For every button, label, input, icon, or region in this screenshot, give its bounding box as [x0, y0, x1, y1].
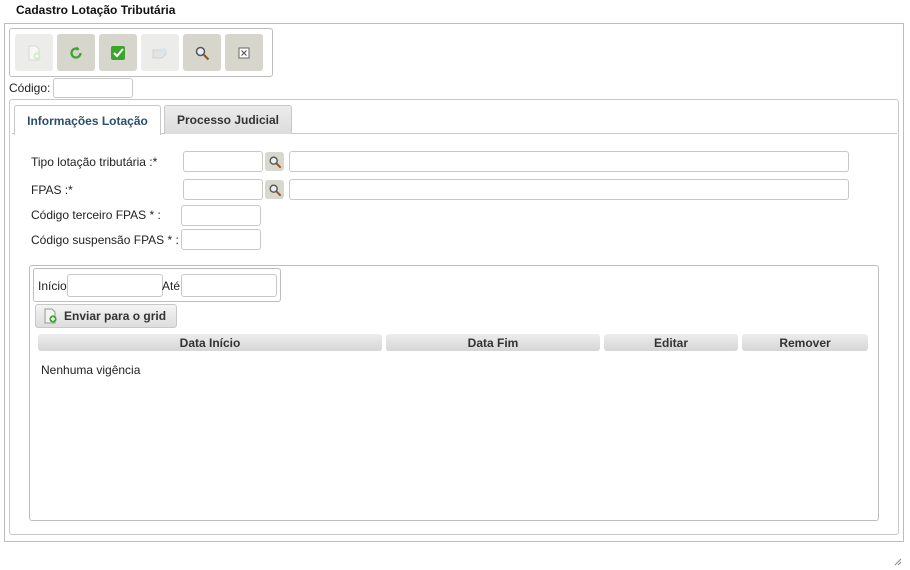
tipo-lotacao-code-input[interactable]: [183, 151, 263, 172]
save-button[interactable]: [99, 34, 137, 71]
delete-icon: [152, 47, 167, 58]
refresh-icon: [70, 46, 82, 59]
column-header-data-fim[interactable]: Data Fim: [386, 334, 600, 351]
empty-grid-message: Nenhuma vigência: [41, 363, 141, 377]
codigo-terceiro-label: Código terceiro FPAS * :: [31, 208, 161, 222]
codigo-suspensao-label: Código suspensão FPAS * :: [31, 233, 179, 247]
tab-informacoes-lotacao[interactable]: Informações Lotação: [14, 105, 161, 135]
resize-grip-icon[interactable]: [892, 556, 902, 566]
column-header-remover[interactable]: Remover: [742, 334, 868, 351]
tipo-lotacao-lookup-button[interactable]: [265, 152, 284, 171]
dialog-title: Cadastro Lotação Tributária: [16, 3, 176, 17]
new-document-icon: [28, 45, 41, 60]
close-button[interactable]: [225, 34, 263, 71]
codigo-suspensao-input[interactable]: [181, 229, 261, 250]
search-icon: [268, 155, 281, 168]
search-icon: [268, 183, 281, 196]
fpas-code-input[interactable]: [183, 179, 263, 200]
column-header-editar[interactable]: Editar: [604, 334, 738, 351]
inicio-input[interactable]: [67, 274, 163, 297]
column-header-data-inicio[interactable]: Data Início: [38, 334, 382, 351]
delete-button[interactable]: [141, 34, 179, 71]
tab-processo-judicial[interactable]: Processo Judicial: [164, 105, 292, 134]
refresh-button[interactable]: [57, 34, 95, 71]
fpas-description-input[interactable]: [289, 179, 849, 200]
enviar-para-grid-button[interactable]: Enviar para o grid: [35, 304, 177, 328]
fpas-label: FPAS :*: [31, 183, 73, 197]
search-icon: [195, 46, 210, 60]
tipo-lotacao-description-input[interactable]: [289, 151, 849, 172]
close-icon: [238, 47, 250, 58]
enviar-para-grid-label: Enviar para o grid: [64, 309, 167, 323]
ate-input[interactable]: [181, 274, 277, 297]
new-button[interactable]: [15, 34, 53, 71]
codigo-input[interactable]: [53, 78, 133, 98]
ate-label: Até: [162, 279, 181, 293]
add-document-icon: [44, 308, 57, 324]
codigo-label: Código:: [9, 81, 51, 95]
toolbar: [9, 28, 273, 77]
tipo-lotacao-label: Tipo lotação tributária :*: [31, 155, 158, 169]
codigo-terceiro-input[interactable]: [181, 205, 261, 226]
fpas-lookup-button[interactable]: [265, 180, 284, 199]
search-button[interactable]: [183, 34, 221, 71]
inicio-label: Início: [38, 279, 67, 293]
save-check-icon: [111, 45, 125, 60]
